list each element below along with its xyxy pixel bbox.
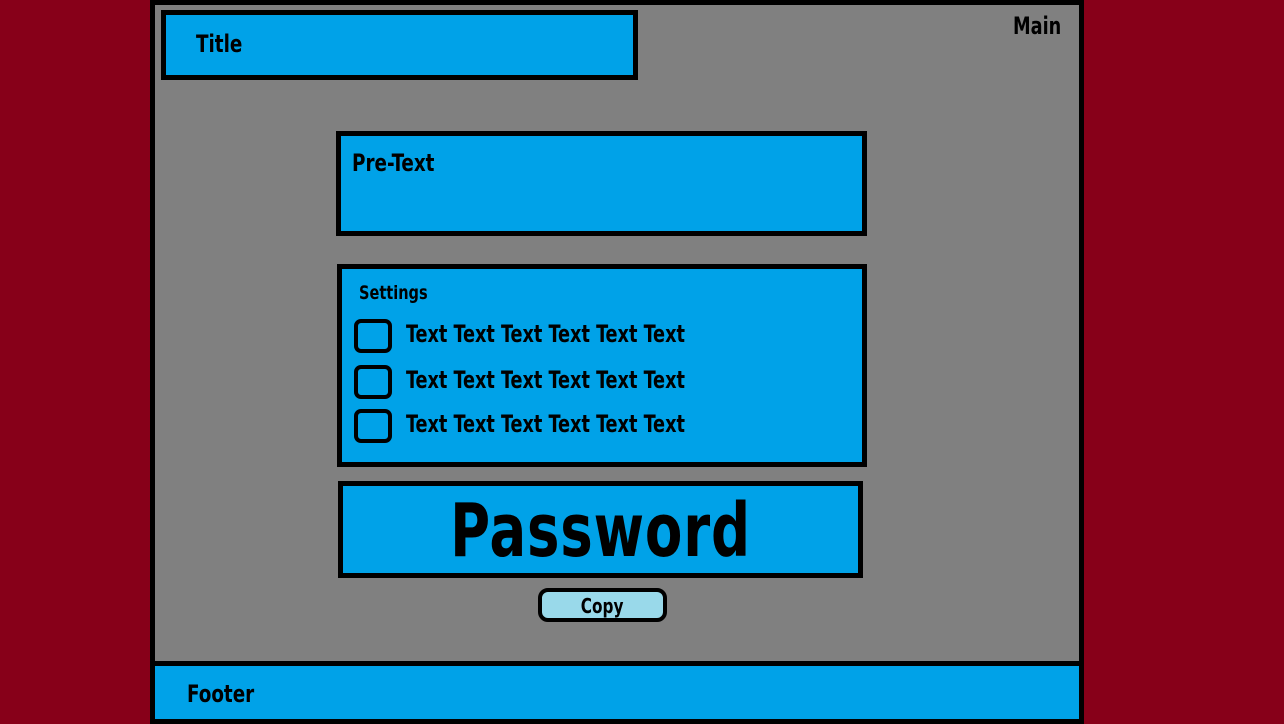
page-title: Title [196,30,243,58]
footer-label: Footer [187,680,255,708]
option-checkbox[interactable] [354,365,392,399]
settings-panel: Settings Text Text Text Text Text Text T… [337,264,867,467]
password-display: Password [338,481,863,578]
option-label: Text Text Text Text Text Text [406,320,685,348]
settings-option[interactable]: Text Text Text Text Text Text [354,319,774,355]
option-label: Text Text Text Text Text Text [406,366,685,394]
password-text: Password [450,488,751,574]
copy-button-label: Copy [581,594,624,618]
settings-option[interactable]: Text Text Text Text Text Text [354,365,774,401]
footer: Footer [150,661,1084,724]
settings-option[interactable]: Text Text Text Text Text Text [354,409,774,445]
main-label: Main [1013,12,1062,40]
footer-border [150,719,1084,724]
option-label: Text Text Text Text Text Text [406,410,685,438]
pretext-label: Pre-Text [352,149,435,177]
title-bar: Title [161,10,638,80]
option-checkbox[interactable] [354,409,392,443]
settings-title: Settings [359,282,428,304]
copy-button[interactable]: Copy [538,588,667,622]
option-checkbox[interactable] [354,319,392,353]
pretext-panel: Pre-Text [336,131,867,236]
